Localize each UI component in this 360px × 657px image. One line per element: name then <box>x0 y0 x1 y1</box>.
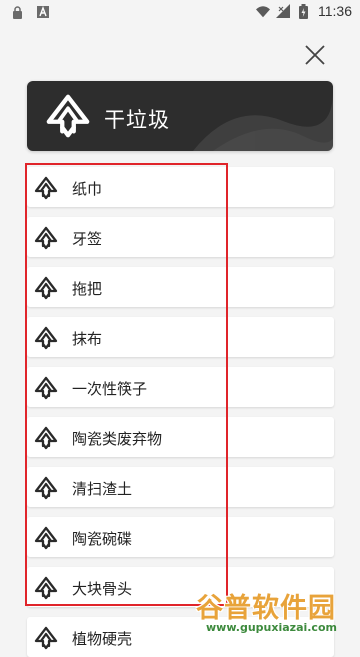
status-time: 11:36 <box>318 3 352 19</box>
item-label: 抹布 <box>72 331 103 348</box>
item-label: 植物硬壳 <box>72 631 133 648</box>
item-label: 大块骨头 <box>72 581 133 598</box>
item-label: 牙签 <box>72 231 103 248</box>
dry-waste-icon <box>34 426 58 450</box>
list-item[interactable]: 陶瓷碗碟 <box>27 517 334 557</box>
list-item[interactable]: 清扫渣土 <box>27 467 334 507</box>
list-item[interactable]: 纸巾 <box>27 167 334 207</box>
list-item[interactable]: 牙签 <box>27 217 334 257</box>
dry-waste-icon <box>34 626 58 650</box>
item-label: 陶瓷类废弃物 <box>72 431 163 448</box>
list-item[interactable]: 植物硬壳 <box>27 617 334 657</box>
battery-icon <box>296 3 310 19</box>
item-label: 陶瓷碗碟 <box>72 531 133 548</box>
text-a-icon <box>36 5 50 19</box>
close-icon <box>305 45 325 65</box>
category-header: 干垃圾 <box>27 81 333 151</box>
item-label: 拖把 <box>72 281 103 298</box>
item-label: 纸巾 <box>72 181 103 198</box>
item-label: 清扫渣土 <box>72 481 133 498</box>
category-title: 干垃圾 <box>104 109 170 132</box>
list-item[interactable]: 一次性筷子 <box>27 367 334 407</box>
wifi-icon <box>256 4 270 18</box>
signal-icon <box>276 4 290 18</box>
list-item[interactable]: 陶瓷类废弃物 <box>27 417 334 457</box>
list-item[interactable]: 抹布 <box>27 317 334 357</box>
lock-icon <box>10 5 24 19</box>
dry-waste-icon <box>34 376 58 400</box>
item-label: 一次性筷子 <box>72 381 148 398</box>
dry-waste-icon <box>34 226 58 250</box>
dry-waste-icon <box>34 526 58 550</box>
dry-waste-icon <box>34 326 58 350</box>
dry-waste-icon <box>46 94 90 138</box>
list-item[interactable]: 大块骨头 <box>27 567 334 607</box>
header-background-pattern <box>193 91 333 151</box>
status-bar: 11:36 <box>0 0 360 24</box>
list-item[interactable]: 拖把 <box>27 267 334 307</box>
dry-waste-icon <box>34 576 58 600</box>
dry-waste-icon <box>34 176 58 200</box>
dry-waste-icon <box>34 276 58 300</box>
dry-waste-icon <box>34 476 58 500</box>
close-button[interactable] <box>300 40 330 70</box>
